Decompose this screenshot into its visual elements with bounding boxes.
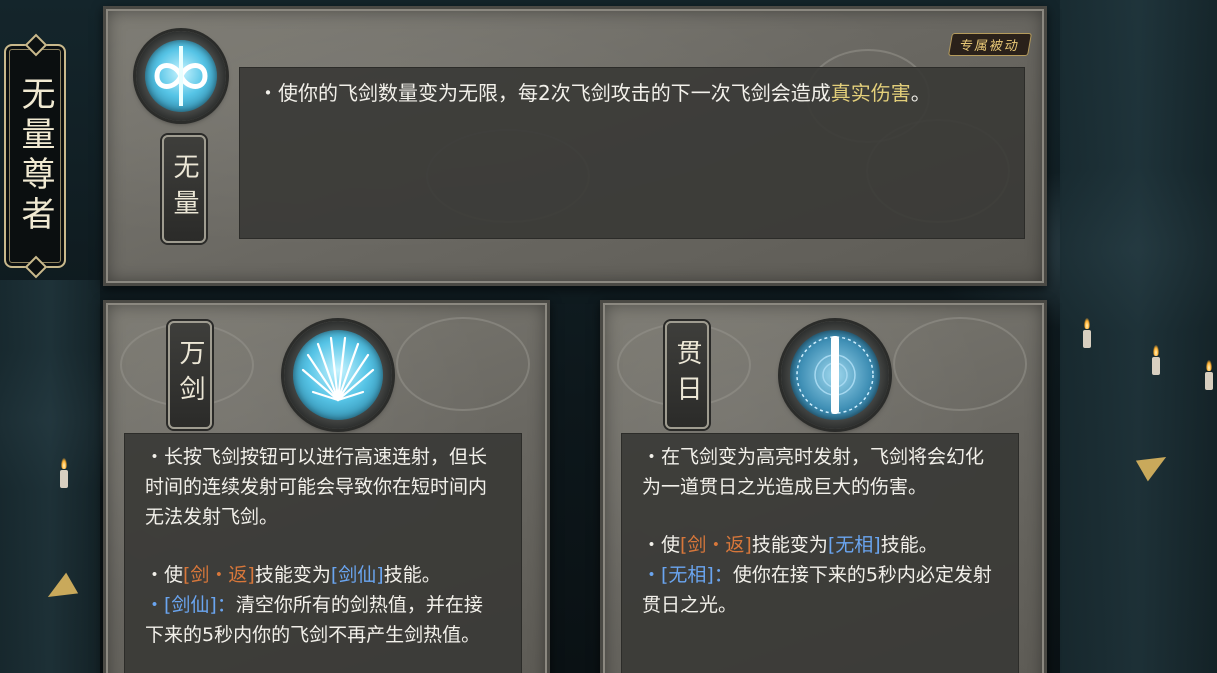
character-title-banner: 无量尊者 [4,44,66,268]
infinity-sword-icon [145,40,217,112]
main-skill-description: ・使你的飞剑数量变为无限，每2次飞剑攻击的下一次飞剑会造成真实伤害。 [239,67,1025,239]
skill-tag-jianxian: [剑仙] [330,564,384,586]
skill-desc-paragraph: ・使[剑・返]技能变为[剑仙]技能。 [145,560,501,590]
main-skill-icon[interactable] [136,31,226,121]
background-pillar [0,280,100,673]
main-skill-desc-end: 。 [910,81,931,105]
skill-desc-paragraph: ・[剑仙]：清空你所有的剑热值，并在接下来的5秒内你的飞剑不再产生剑热值。 [145,590,501,650]
skill-desc-paragraph: ・在飞剑变为高亮时发射，飞剑将会幻化为一道贯日之光造成巨大的伤害。 [642,446,985,498]
candle-icon [1083,318,1091,348]
main-skill-desc-text: ・使你的飞剑数量变为无限，每2次飞剑攻击的下一次飞剑会造成 [258,81,831,105]
desc-text: 技能。 [383,564,441,586]
main-skill-desc-line: ・使你的飞剑数量变为无限，每2次飞剑攻击的下一次飞剑会造成真实伤害。 [258,78,1006,108]
candle-icon [1205,360,1213,390]
skill-icon-guanri[interactable] [781,321,889,429]
skill-desc-paragraph: ・长按飞剑按钮可以进行高速连射，但长时间的连续发射可能会导致你在短时间内无法发射… [145,446,488,528]
skill-description-guanri: ・在飞剑变为高亮时发射，飞剑将会幻化为一道贯日之光造成巨大的伤害。 ・使[剑・返… [621,433,1019,673]
main-skill-name-plaque: 无量 [162,135,206,243]
skill-icon-wanjian[interactable] [284,321,392,429]
skill-name-plaque: 贯日 [665,321,709,429]
skill-tag-jianfan: [剑・返] [183,564,255,586]
character-title: 无量尊者 [15,76,55,236]
desc-text: 技能。 [880,534,938,556]
skill-name-plaque: 万剑 [168,321,212,429]
skill-tag-wuxiang: [无相] [827,534,881,556]
sun-pierce-icon [790,330,880,420]
skill-tag-jianxian: ・[剑仙]： [145,594,236,616]
skill-panel-guanri: 贯日 ・在飞剑变为高亮时发射，飞剑将会幻化为一道贯日之光造成巨大的伤害。 ・使[… [600,300,1047,673]
desc-text: 技能变为 [254,564,331,586]
candle-icon [60,458,68,488]
main-skill-panel: 无量 专属被动 ・使你的飞剑数量变为无限，每2次飞剑攻击的下一次飞剑会造成真实伤… [103,6,1047,286]
skill-desc-paragraph: ・[无相]：使你在接下来的5秒内必定发射贯日之光。 [642,560,998,620]
skill-desc-paragraph: ・使[剑・返]技能变为[无相]技能。 [642,530,998,560]
main-skill-name: 无量 [169,153,199,225]
skill-name: 贯日 [672,339,702,411]
desc-text: ・使 [642,534,681,556]
true-damage-keyword: 真实伤害 [830,81,911,105]
skill-description-wanjian: ・长按飞剑按钮可以进行高速连射，但长时间的连续发射可能会导致你在短时间内无法发射… [124,433,522,673]
exclusive-passive-tag: 专属被动 [947,33,1033,56]
desc-text: ・使 [145,564,184,586]
cloud-ornament [893,317,1027,411]
skill-name: 万剑 [175,339,205,411]
candle-icon [1152,345,1160,375]
skill-tag-wuxiang: ・[无相]： [642,564,733,586]
skill-tag-jianfan: [剑・返] [680,534,752,556]
cloud-ornament [396,317,530,411]
skill-panel-wanjian: 万剑 ・长按飞剑按钮可以进行高速连射，但长时间的连续发射可能会导致你在短时间内无… [103,300,550,673]
game-screen: 无量尊者 无量 专属被动 ・使你的飞剑数量变为无限，每2次飞剑攻击的下一次飞剑会… [0,0,1217,673]
desc-text: 技能变为 [751,534,828,556]
sword-fan-icon [293,330,383,420]
